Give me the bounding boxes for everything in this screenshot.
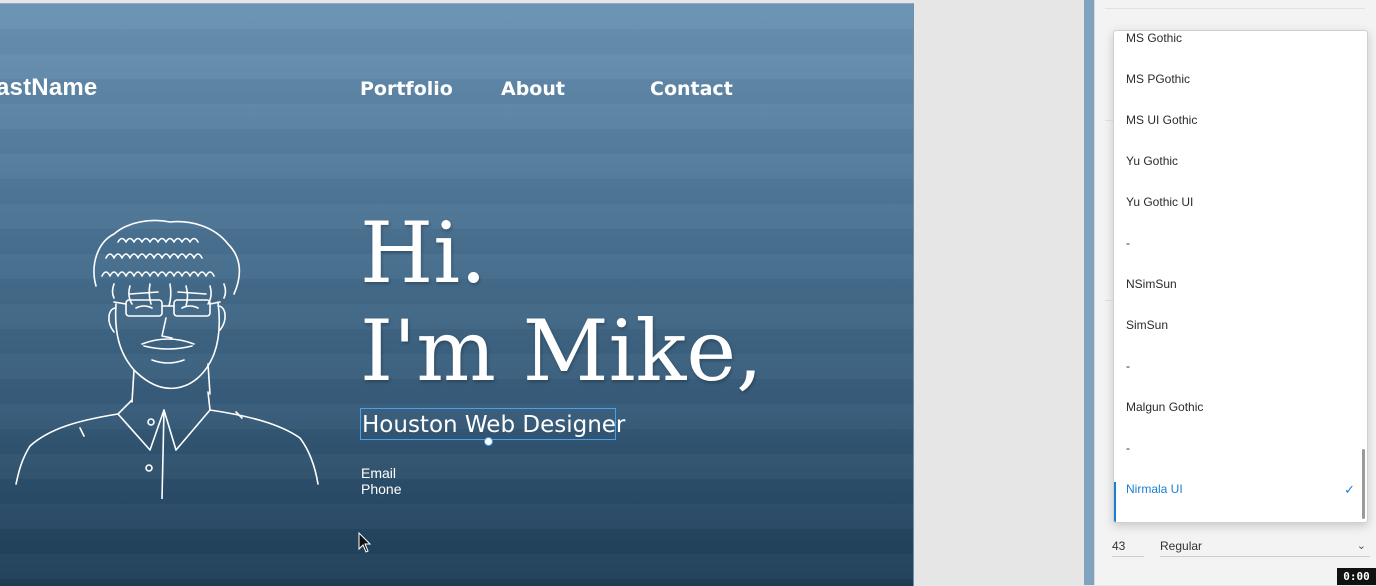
dropdown-scrollbar[interactable] bbox=[1362, 449, 1365, 519]
font-option[interactable]: Yu Gothic UI bbox=[1114, 195, 1367, 236]
font-option[interactable]: Yu Gothic bbox=[1114, 154, 1367, 195]
font-option[interactable]: Malgun Gothic bbox=[1114, 400, 1367, 441]
nav-about[interactable]: About bbox=[501, 78, 565, 100]
canvas-edge-strip bbox=[1084, 0, 1094, 585]
font-option[interactable]: SimSun bbox=[1114, 318, 1367, 359]
font-option-selected[interactable]: Nirmala UI ✓ bbox=[1114, 482, 1367, 522]
font-separator: - bbox=[1126, 441, 1130, 455]
font-weight-value: Regular bbox=[1160, 539, 1203, 553]
selection-handle[interactable] bbox=[484, 437, 493, 446]
font-option[interactable]: MS Gothic bbox=[1114, 31, 1367, 72]
subtitle-text-selected[interactable]: Houston Web Designer bbox=[360, 408, 625, 440]
phone-link[interactable]: Phone bbox=[361, 481, 401, 497]
mouse-cursor-icon bbox=[358, 532, 372, 553]
nav-portfolio[interactable]: Portfolio bbox=[360, 78, 453, 100]
font-size-field[interactable]: 43 bbox=[1112, 539, 1144, 557]
font-option[interactable]: MS UI Gothic bbox=[1114, 113, 1367, 154]
brand-logo-text[interactable]: astName bbox=[0, 74, 97, 102]
check-icon: ✓ bbox=[1344, 482, 1355, 497]
artboard[interactable]: astName Portfolio About Contact Hi. I'm … bbox=[0, 3, 914, 586]
font-separator: - bbox=[1126, 236, 1130, 250]
hero-greeting: Hi. bbox=[360, 204, 487, 302]
chevron-down-icon: ⌄ bbox=[1356, 540, 1366, 552]
email-link[interactable]: Email bbox=[361, 465, 396, 481]
font-family-dropdown[interactable]: MS Gothic MS PGothic MS UI Gothic Yu Got… bbox=[1113, 30, 1368, 523]
font-option[interactable]: NSimSun bbox=[1114, 277, 1367, 318]
nav-contact[interactable]: Contact bbox=[650, 78, 733, 100]
hero-name: I'm Mike, bbox=[360, 302, 763, 400]
font-option[interactable]: MS PGothic bbox=[1114, 72, 1367, 113]
font-separator: - bbox=[1126, 359, 1130, 373]
font-option-label: Nirmala UI bbox=[1126, 482, 1183, 496]
font-weight-select[interactable]: Regular ⌄ bbox=[1160, 539, 1370, 557]
portrait-illustration bbox=[15, 219, 319, 499]
timecode-badge: 0:00 bbox=[1337, 568, 1376, 585]
